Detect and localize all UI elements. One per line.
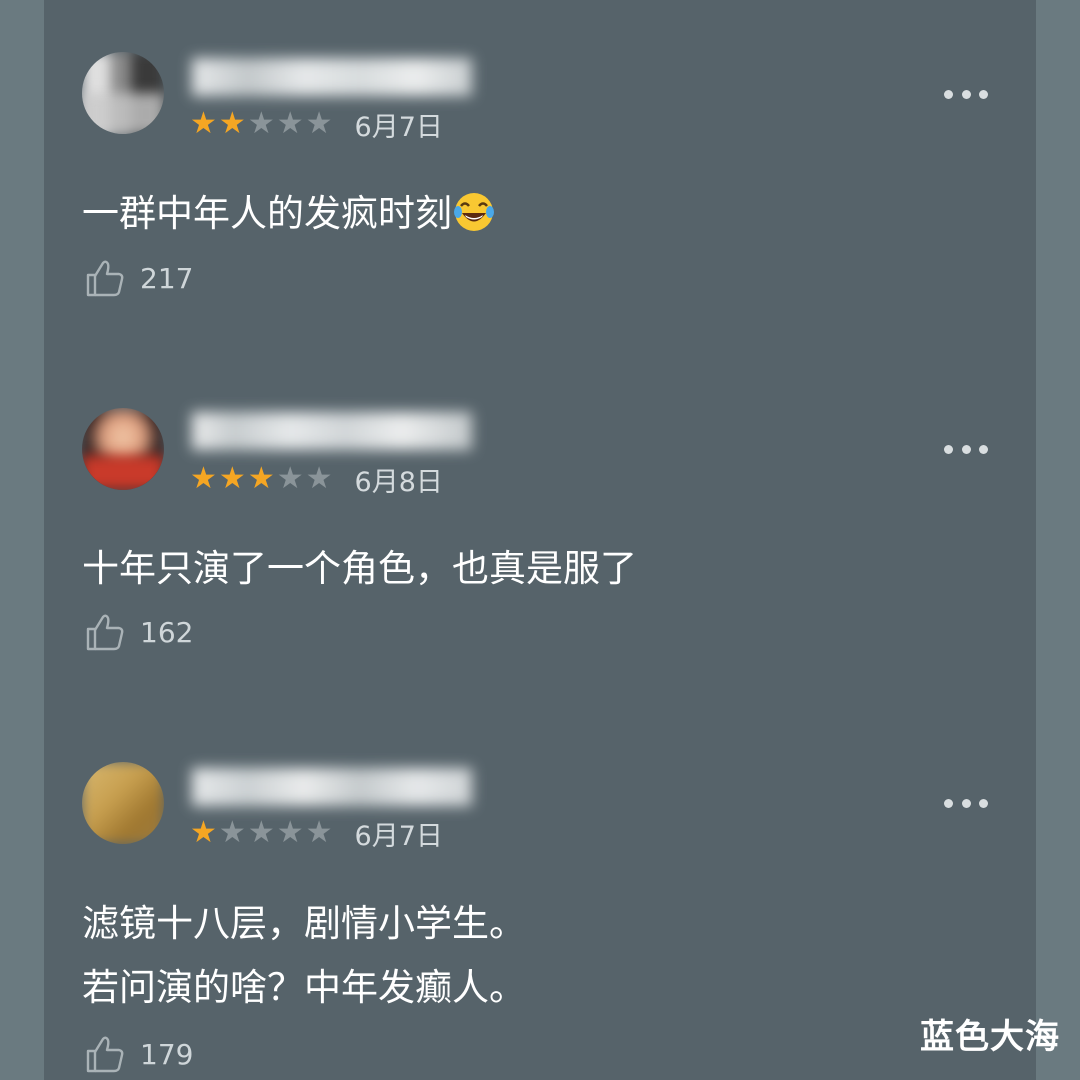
like-button[interactable]: 179 [84, 1032, 193, 1076]
star-icon: ★ [247, 461, 275, 496]
like-count: 179 [140, 1037, 194, 1071]
review-text-line: 滤镜十八层，剧情小学生。 [82, 902, 526, 945]
rating-row: ★ ★ ★ ★ ★ 6月7日 [190, 813, 443, 853]
star-icon: ★ [218, 815, 246, 850]
review-date: 6月7日 [354, 820, 443, 852]
avatar[interactable] [82, 762, 164, 844]
more-options-icon[interactable] [944, 797, 988, 809]
review-date: 6月7日 [354, 111, 443, 143]
rating-row: ★ ★ ★ ★ ★ 6月7日 [190, 104, 443, 144]
rating-row: ★ ★ ★ ★ ★ 6月8日 [190, 459, 443, 499]
like-count: 162 [140, 615, 194, 649]
like-button[interactable]: 162 [84, 610, 193, 654]
thumbs-up-icon [86, 260, 124, 297]
watermark: 蓝色大海 [920, 1017, 1060, 1057]
username-blurred[interactable] [192, 58, 472, 96]
more-options-icon[interactable] [944, 88, 988, 100]
thumbs-up-icon [86, 1036, 124, 1073]
review-text-line: 一群中年人的发疯时刻 [82, 192, 452, 235]
star-icon: ★ [276, 106, 304, 141]
review-text: 滤镜十八层，剧情小学生。 若问演的啥？中年发癫人。 [82, 892, 526, 1020]
tears-of-joy-emoji [454, 193, 494, 231]
star-icon: ★ [305, 815, 333, 850]
star-icon: ★ [190, 461, 217, 496]
avatar[interactable] [82, 52, 164, 134]
star-rating: ★ ★ ★ ★ ★ [190, 818, 333, 848]
review-text-line: 若问演的啥？中年发癫人。 [82, 966, 526, 1009]
star-icon: ★ [276, 461, 304, 496]
review-list: ★ ★ ★ ★ ★ 6月7日 一群中年人的发疯时刻 217 ★ ★ ★ ★ ★ … [44, 0, 1036, 1080]
star-rating: ★ ★ ★ ★ ★ [190, 464, 333, 494]
more-options-icon[interactable] [944, 443, 988, 455]
star-icon: ★ [276, 815, 304, 850]
star-icon: ★ [218, 106, 246, 141]
star-icon: ★ [247, 106, 275, 141]
star-icon: ★ [190, 106, 217, 141]
star-icon: ★ [305, 461, 333, 496]
username-blurred[interactable] [192, 768, 472, 806]
star-icon: ★ [305, 106, 333, 141]
star-rating: ★ ★ ★ ★ ★ [190, 109, 333, 139]
review-date: 6月8日 [354, 466, 443, 498]
star-icon: ★ [218, 461, 246, 496]
thumbs-up-icon [86, 614, 124, 651]
review-text: 十年只演了一个角色，也真是服了 [82, 537, 637, 601]
review-text-line: 十年只演了一个角色，也真是服了 [82, 547, 637, 590]
avatar[interactable] [82, 408, 164, 490]
username-blurred[interactable] [192, 412, 472, 450]
like-button[interactable]: 217 [84, 256, 193, 300]
review-text: 一群中年人的发疯时刻 [82, 182, 496, 246]
star-icon: ★ [190, 815, 217, 850]
like-count: 217 [140, 261, 194, 295]
star-icon: ★ [247, 815, 275, 850]
